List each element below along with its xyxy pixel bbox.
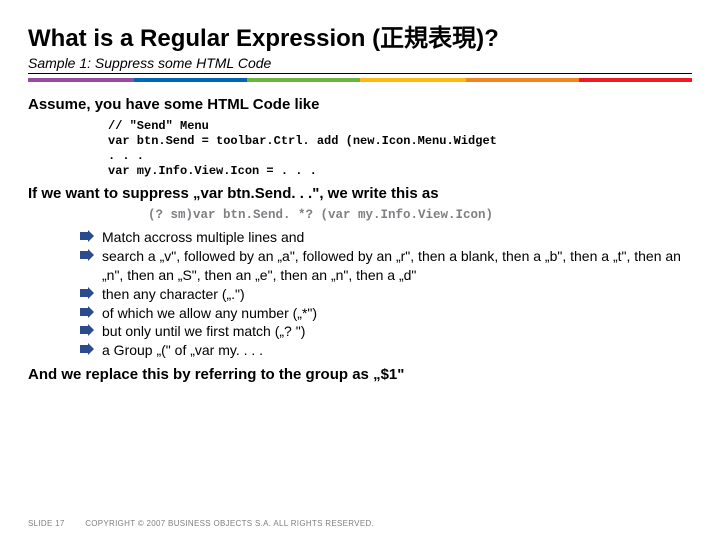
list-item: a Group „(" of „var my. . . . [80, 341, 692, 360]
bullet-text: Match accross multiple lines and [102, 229, 304, 245]
slide-footer: SLIDE 17 COPYRIGHT © 2007 BUSINESS OBJEC… [28, 519, 374, 528]
bullet-arrow-icon [80, 306, 94, 318]
slide-number: SLIDE 17 [28, 519, 65, 528]
list-item: search a „v", followed by an „a", follow… [80, 247, 692, 285]
regex-expression: (? sm)var btn.Send. *? (var my.Info.View… [148, 208, 692, 222]
bullet-arrow-icon [80, 287, 94, 299]
bullet-text: search a „v", followed by an „a", follow… [102, 248, 681, 283]
bullet-list: Match accross multiple lines and search … [80, 228, 692, 360]
bullet-arrow-icon [80, 324, 94, 336]
bullet-text: then any character („.") [102, 286, 245, 302]
bullet-text: but only until we first match („? ") [102, 323, 305, 339]
brand-color-bar [28, 78, 692, 82]
replace-text-pre: And we replace this by referring to the … [28, 366, 381, 383]
copyright-text: COPYRIGHT © 2007 BUSINESS OBJECTS S.A. A… [85, 519, 374, 528]
bullet-text: a Group „(" of „var my. . . . [102, 342, 263, 358]
slide-subtitle: Sample 1: Suppress some HTML Code [28, 55, 692, 74]
bullet-arrow-icon [80, 230, 94, 242]
list-item: of which we allow any number („*") [80, 304, 692, 323]
list-item: then any character („.") [80, 285, 692, 304]
heading-replace: And we replace this by referring to the … [28, 366, 692, 383]
bullet-arrow-icon [80, 343, 94, 355]
replace-group-ref: $1 [381, 366, 398, 383]
heading-want: If we want to suppress „var btn.Send. . … [28, 185, 692, 202]
replace-text-post: " [397, 366, 404, 383]
heading-assume: Assume, you have some HTML Code like [28, 96, 692, 113]
bullet-text: of which we allow any number („*") [102, 305, 317, 321]
slide-title: What is a Regular Expression (正規表現)? [28, 18, 692, 53]
code-sample-1: // "Send" Menu var btn.Send = toolbar.Ct… [108, 119, 692, 179]
list-item: but only until we first match („? ") [80, 322, 692, 341]
list-item: Match accross multiple lines and [80, 228, 692, 247]
bullet-arrow-icon [80, 249, 94, 261]
